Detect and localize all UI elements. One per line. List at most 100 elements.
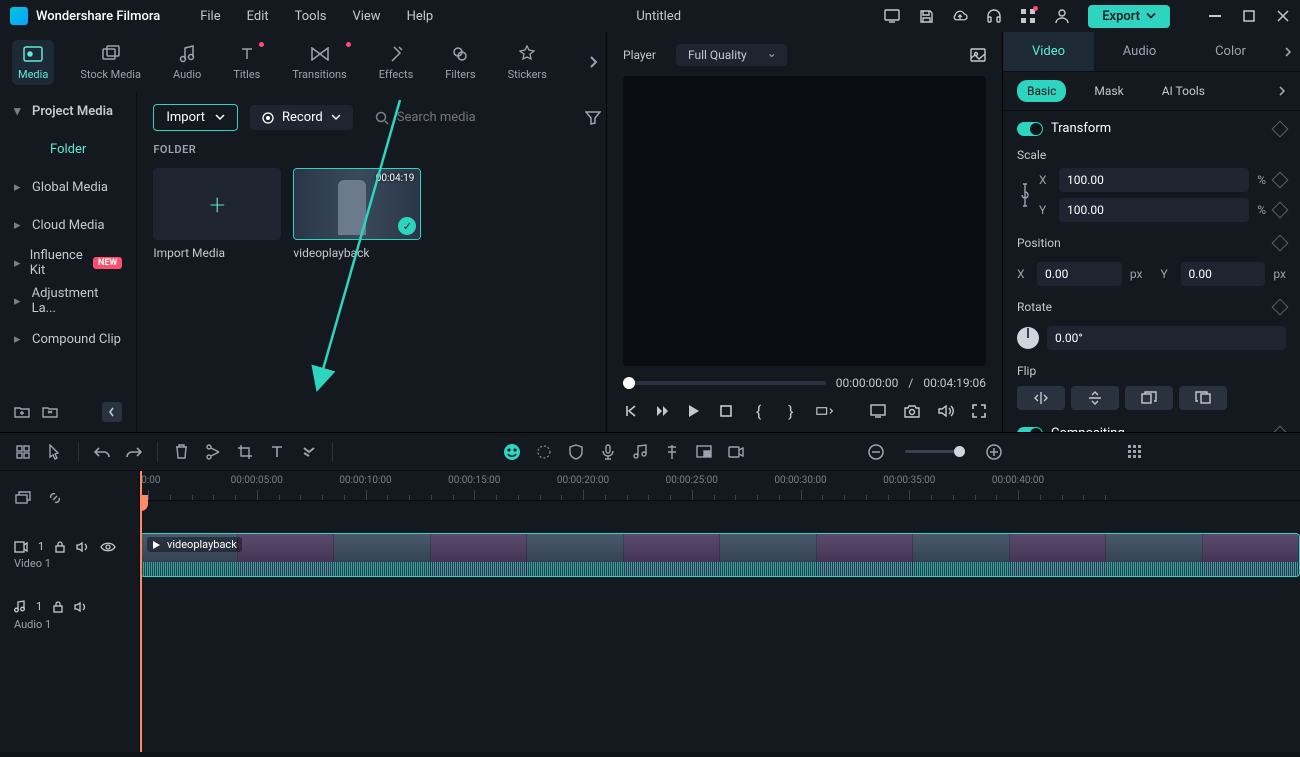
tab-filters[interactable]: Filters	[439, 40, 481, 85]
keyframe-diamond-icon[interactable]	[1272, 172, 1289, 189]
lock-icon[interactable]	[52, 601, 64, 613]
media-clip-card[interactable]: 00:04:19✓ videoplayback	[293, 168, 421, 260]
compositing-toggle[interactable]	[1017, 427, 1043, 433]
flip-horizontal-button[interactable]	[1017, 386, 1065, 410]
menu-tools[interactable]: Tools	[295, 9, 327, 24]
tl-undo-icon[interactable]	[93, 443, 111, 461]
cloud-icon[interactable]	[952, 8, 968, 24]
maximize-icon[interactable]	[1242, 9, 1256, 23]
tl-link-icon[interactable]	[46, 489, 64, 507]
rotate-knob[interactable]	[1017, 327, 1039, 349]
flip-copy2-button[interactable]	[1179, 386, 1227, 410]
tl-dotted-icon[interactable]	[535, 443, 553, 461]
tl-mic-icon[interactable]	[599, 443, 617, 461]
tl-split-icon[interactable]	[204, 443, 222, 461]
playhead[interactable]	[140, 471, 142, 752]
mute-icon[interactable]	[76, 541, 90, 553]
prop-tabs-more-icon[interactable]	[1276, 32, 1300, 71]
delete-folder-icon[interactable]	[42, 404, 58, 420]
sidebar-adjustment-layer[interactable]: ▸Adjustment La...	[0, 282, 136, 320]
tl-view-icon[interactable]	[1126, 443, 1144, 461]
scale-y-input[interactable]	[1059, 198, 1249, 222]
save-icon[interactable]	[918, 8, 934, 24]
apps-icon[interactable]	[1020, 8, 1036, 24]
keyframe-diamond-icon[interactable]	[1272, 120, 1289, 137]
subtab-basic[interactable]: Basic	[1017, 80, 1066, 102]
tl-crop-icon[interactable]	[236, 443, 254, 461]
tab-transitions[interactable]: Transitions	[286, 40, 352, 85]
tl-redo-icon[interactable]	[125, 443, 143, 461]
prop-tab-audio[interactable]: Audio	[1094, 32, 1185, 71]
export-button[interactable]: Export	[1088, 5, 1170, 28]
subtab-mask[interactable]: Mask	[1084, 80, 1133, 102]
fullscreen-icon[interactable]	[972, 402, 986, 420]
tl-shield-icon[interactable]	[567, 443, 585, 461]
flip-vertical-button[interactable]	[1071, 386, 1119, 410]
search-input[interactable]	[397, 110, 563, 125]
tl-grid-icon[interactable]	[14, 443, 32, 461]
tabs-scroll-right-icon[interactable]	[588, 55, 598, 69]
mute-icon[interactable]	[74, 601, 88, 613]
display-icon[interactable]	[870, 402, 886, 420]
record-button[interactable]: Record	[250, 105, 353, 130]
track-header-video[interactable]: 1 Video 1	[0, 525, 139, 585]
import-media-card[interactable]: + Import Media	[153, 168, 281, 260]
tab-stickers[interactable]: Stickers	[502, 40, 553, 85]
preview-canvas[interactable]	[623, 76, 986, 366]
transform-toggle[interactable]	[1017, 122, 1043, 136]
play-forward-icon[interactable]	[655, 402, 669, 420]
sidebar-project-media[interactable]: ▾Project Media	[0, 92, 136, 130]
pos-x-input[interactable]	[1037, 262, 1122, 286]
timeline-ruler[interactable]: 00:0000:00:05:0000:00:10:0000:00:15:0000…	[140, 471, 1300, 501]
tl-record-icon[interactable]	[727, 443, 745, 461]
tl-pip-icon[interactable]	[695, 443, 713, 461]
timeline-clip[interactable]: videoplayback	[140, 533, 1300, 577]
screen-icon[interactable]	[884, 8, 900, 24]
quality-select[interactable]: Full Quality	[676, 44, 787, 66]
sidebar-cloud-media[interactable]: ▸Cloud Media	[0, 206, 136, 244]
subtabs-more-icon[interactable]	[1278, 85, 1286, 97]
close-icon[interactable]	[1276, 9, 1290, 23]
keyframe-diamond-icon[interactable]	[1272, 425, 1289, 432]
prop-tab-color[interactable]: Color	[1185, 32, 1276, 71]
volume-icon[interactable]	[938, 402, 954, 420]
collapse-sidebar-icon[interactable]	[102, 402, 122, 422]
tl-face-icon[interactable]	[503, 443, 521, 461]
sidebar-folder[interactable]: Folder	[0, 130, 136, 168]
scale-x-input[interactable]	[1059, 168, 1249, 192]
tl-delete-icon[interactable]	[172, 443, 190, 461]
tl-layers-icon[interactable]	[14, 489, 32, 507]
user-icon[interactable]	[1054, 8, 1070, 24]
snapshot-icon[interactable]	[970, 47, 986, 63]
keyframe-diamond-icon[interactable]	[1272, 235, 1289, 252]
progress-bar[interactable]	[623, 381, 826, 385]
prev-frame-icon[interactable]	[623, 402, 637, 420]
track-header-audio[interactable]: 1 Audio 1	[0, 585, 139, 645]
tab-titles[interactable]: Titles	[227, 40, 266, 85]
tab-media[interactable]: Media	[12, 40, 54, 85]
mark-in-icon[interactable]: {	[752, 402, 766, 420]
headphones-icon[interactable]	[986, 8, 1002, 24]
tl-marker-icon[interactable]	[663, 443, 681, 461]
menu-file[interactable]: File	[200, 9, 220, 24]
stop-icon[interactable]	[719, 402, 733, 420]
tab-audio[interactable]: Audio	[167, 40, 207, 85]
filter-icon[interactable]	[585, 111, 601, 125]
tl-cursor-icon[interactable]	[46, 443, 64, 461]
ratio-icon[interactable]	[816, 402, 834, 420]
zoom-slider[interactable]	[905, 450, 965, 453]
play-icon[interactable]	[687, 402, 701, 420]
rotate-input[interactable]	[1047, 326, 1286, 350]
tab-stock-media[interactable]: Stock Media	[74, 40, 147, 85]
subtab-ai-tools[interactable]: AI Tools	[1152, 80, 1215, 102]
import-button[interactable]: Import	[153, 104, 238, 131]
tl-more-icon[interactable]	[300, 443, 318, 461]
pos-y-input[interactable]	[1181, 262, 1266, 286]
sidebar-influence-kit[interactable]: ▸Influence KitNEW	[0, 244, 136, 282]
menu-help[interactable]: Help	[407, 9, 434, 24]
keyframe-diamond-icon[interactable]	[1272, 202, 1289, 219]
mark-out-icon[interactable]: }	[784, 402, 798, 420]
tl-music-icon[interactable]	[631, 443, 649, 461]
link-icon[interactable]	[1017, 180, 1031, 210]
audio-track-lane[interactable]	[140, 585, 1300, 645]
